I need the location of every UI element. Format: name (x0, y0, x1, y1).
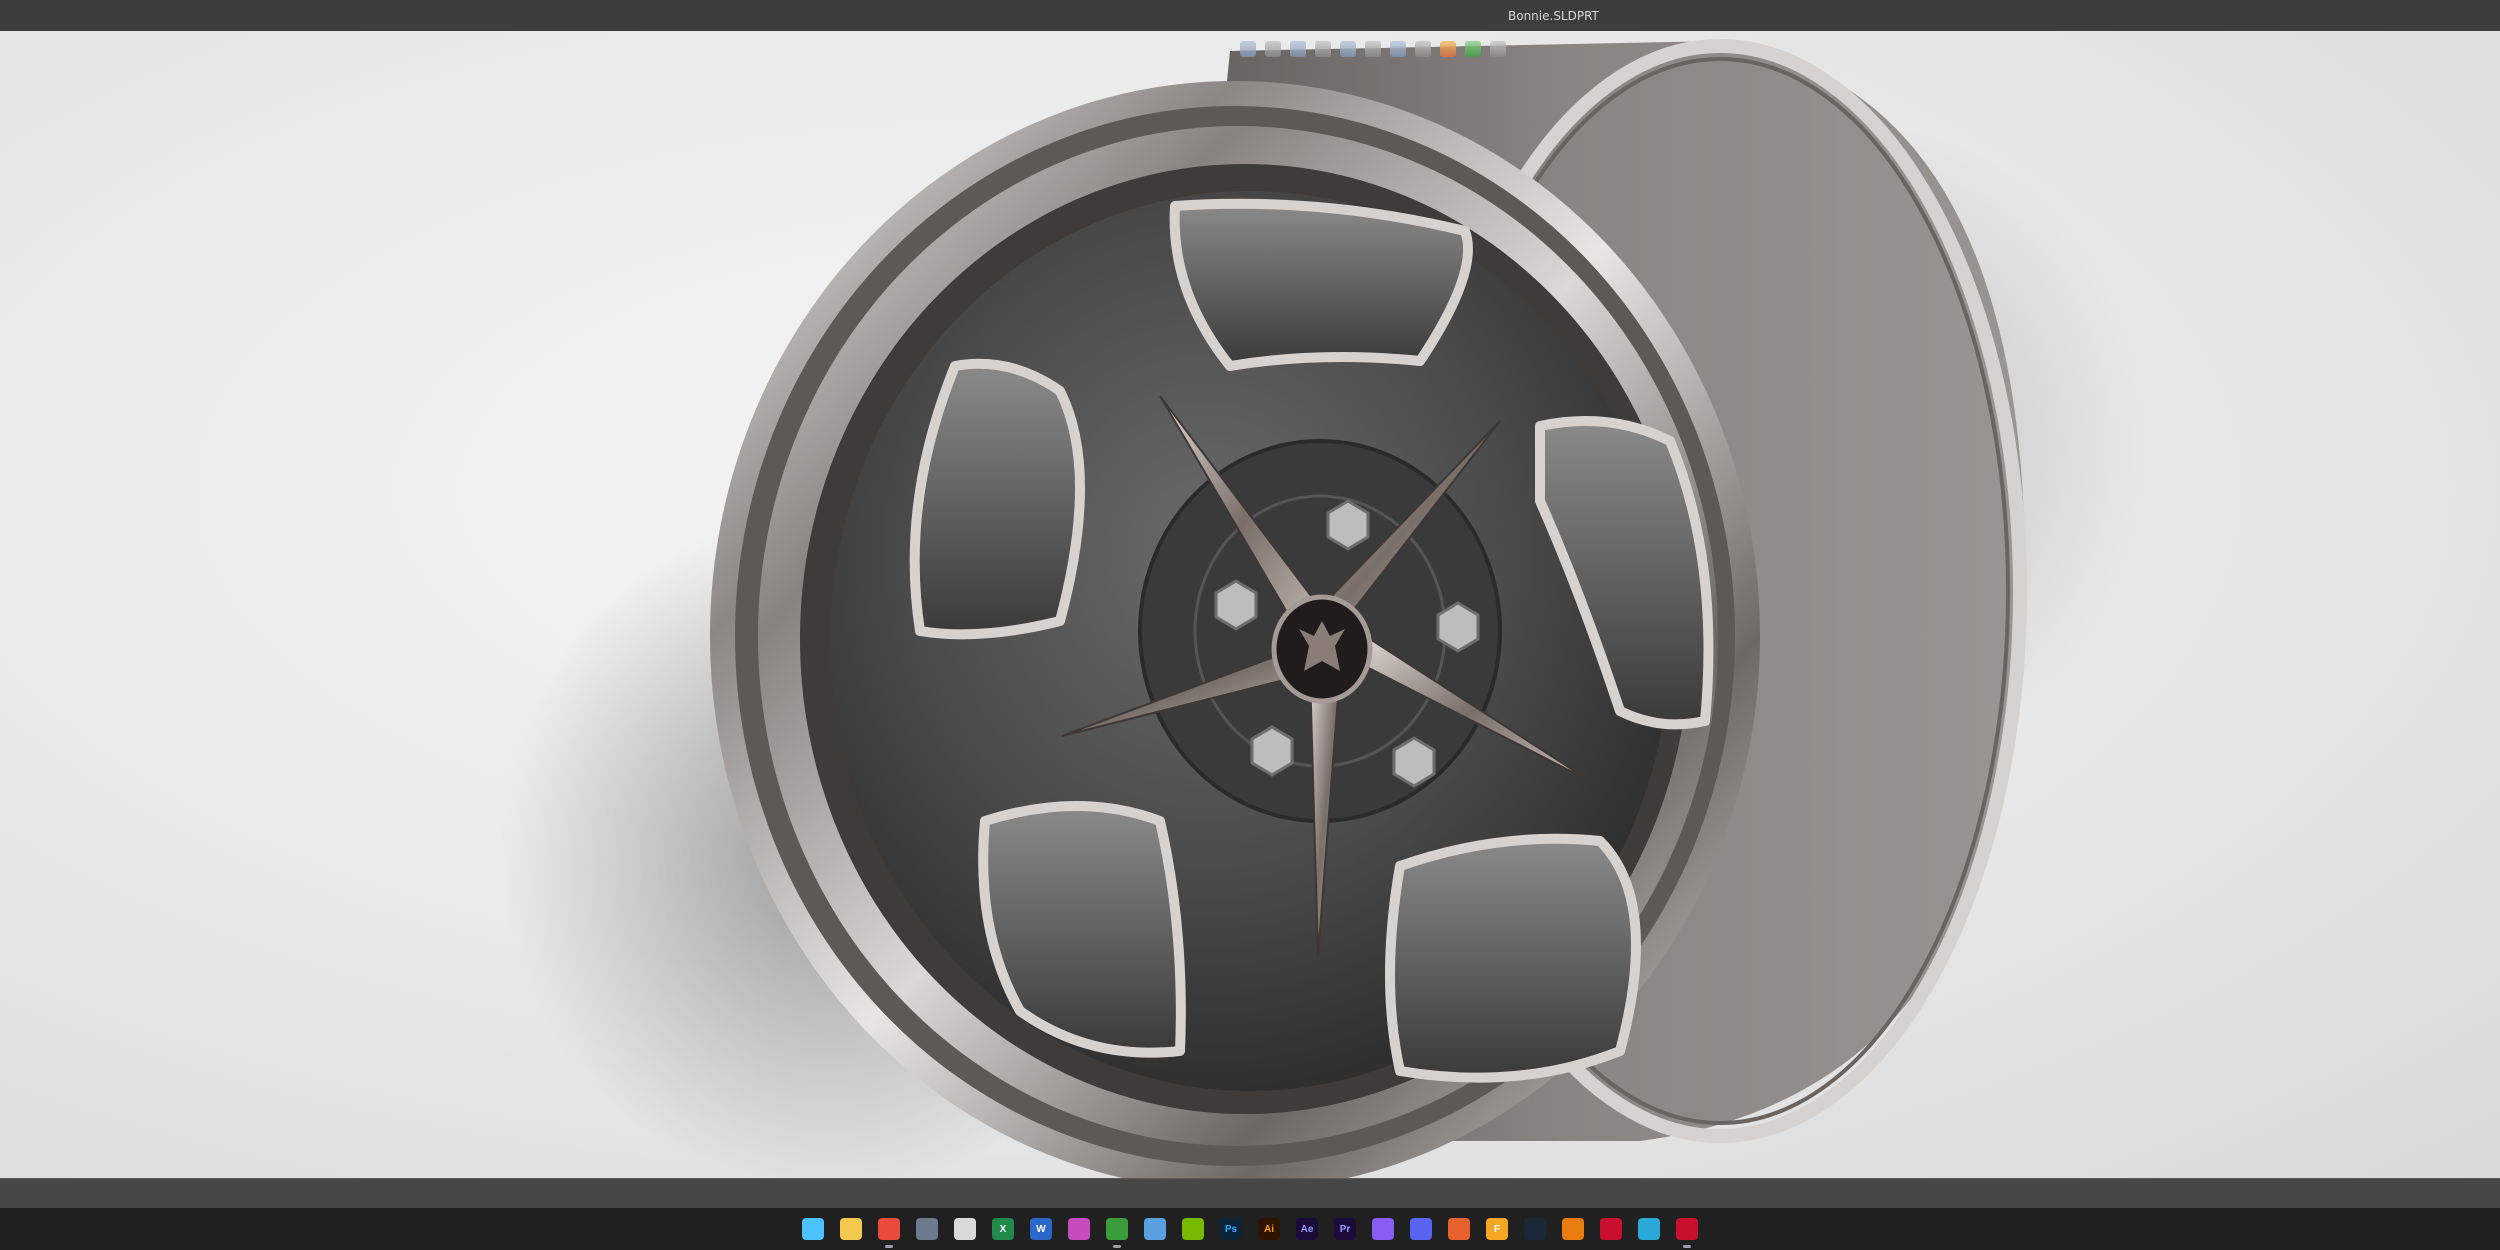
steam-icon (1524, 1218, 1546, 1240)
calculator-icon (916, 1218, 938, 1240)
taskbar-nvidia[interactable] (1177, 1213, 1209, 1245)
taskbar-steam[interactable] (1519, 1213, 1551, 1245)
window-titlebar: Bonnie.SLDPRT (0, 0, 2500, 31)
wheel-model-render (500, 39, 2150, 1178)
view-orientation-icon[interactable] (1340, 41, 1356, 57)
lug-nut (1392, 736, 1436, 788)
window-bottom-right (1385, 833, 1641, 1083)
taskbar-excel[interactable]: X (987, 1213, 1019, 1245)
xbox-icon (1106, 1218, 1128, 1240)
notepad-icon (1144, 1218, 1166, 1240)
zoom-area-icon[interactable] (1265, 41, 1281, 57)
blender-icon (1562, 1218, 1584, 1240)
taskbar-illustrator[interactable]: Ai (1253, 1213, 1285, 1245)
photos-icon (1068, 1218, 1090, 1240)
graphics-viewport[interactable] (0, 31, 2500, 1178)
status-bar (0, 1178, 2500, 1209)
taskbar-cube-app[interactable] (1633, 1213, 1665, 1245)
photoshop-icon: Ps (1220, 1218, 1242, 1240)
zoom-to-fit-icon[interactable] (1240, 41, 1256, 57)
window-left (909, 358, 1085, 640)
taskbar-file-explorer[interactable] (835, 1213, 867, 1245)
taskbar-photoshop[interactable]: Ps (1215, 1213, 1247, 1245)
taskbar-solidworks-2026-b[interactable] (1671, 1213, 1703, 1248)
nvidia-icon (1182, 1218, 1204, 1240)
calendar-icon (954, 1218, 976, 1240)
edit-appearance-icon[interactable] (1415, 41, 1431, 57)
taskbar-calculator[interactable] (911, 1213, 943, 1245)
taskbar-xbox[interactable] (1101, 1213, 1133, 1248)
illustrator-icon: Ai (1258, 1218, 1280, 1240)
display-style-icon[interactable] (1365, 41, 1381, 57)
premiere-icon: Pr (1334, 1218, 1356, 1240)
taskbar-blender-like[interactable] (1443, 1213, 1475, 1245)
previous-view-icon[interactable] (1290, 41, 1306, 57)
taskbar-start-button[interactable] (797, 1213, 829, 1245)
taskbar-solidworks-2026-a[interactable] (1595, 1213, 1627, 1245)
lug-nut (1214, 579, 1258, 631)
window-top (1169, 198, 1473, 371)
taskbar-blender[interactable] (1557, 1213, 1589, 1245)
taskbar-word[interactable]: W (1025, 1213, 1057, 1245)
discord-icon (1410, 1218, 1432, 1240)
folder-icon (840, 1218, 862, 1240)
orange-circle-icon (1448, 1218, 1470, 1240)
windows-logo-icon (802, 1218, 824, 1240)
taskbar-messenger[interactable] (1367, 1213, 1399, 1245)
messenger-icon (1372, 1218, 1394, 1240)
lug-nut (1326, 499, 1370, 551)
heads-up-view-toolbar (1240, 35, 1506, 63)
taskbar-chrome[interactable] (873, 1213, 905, 1248)
solidworks-icon (1600, 1218, 1622, 1240)
taskbar: X W Ps Ai Ae Pr F (0, 1208, 2500, 1250)
word-icon: W (1030, 1218, 1052, 1240)
taskbar-discord[interactable] (1405, 1213, 1437, 1245)
section-view-icon[interactable] (1315, 41, 1331, 57)
taskbar-photos[interactable] (1063, 1213, 1095, 1245)
lug-nut (1250, 725, 1294, 777)
taskbar-fusion[interactable]: F (1481, 1213, 1513, 1245)
hide-show-items-icon[interactable] (1390, 41, 1406, 57)
chrome-icon (878, 1218, 900, 1240)
after-effects-icon: Ae (1296, 1218, 1318, 1240)
window-title: Bonnie.SLDPRT (1508, 9, 1599, 23)
taskbar-after-effects[interactable]: Ae (1291, 1213, 1323, 1245)
taskbar-calendar-app[interactable] (949, 1213, 981, 1245)
excel-icon: X (992, 1218, 1014, 1240)
apply-scene-icon[interactable] (1440, 41, 1456, 57)
solidworks-icon (1676, 1218, 1698, 1240)
taskbar-premiere[interactable]: Pr (1329, 1213, 1361, 1245)
fusion-icon: F (1486, 1218, 1508, 1240)
cube-icon (1638, 1218, 1660, 1240)
lug-nut (1436, 601, 1480, 653)
view-settings-icon[interactable] (1465, 41, 1481, 57)
monitor-icon[interactable] (1490, 41, 1506, 57)
taskbar-notepad[interactable] (1139, 1213, 1171, 1245)
